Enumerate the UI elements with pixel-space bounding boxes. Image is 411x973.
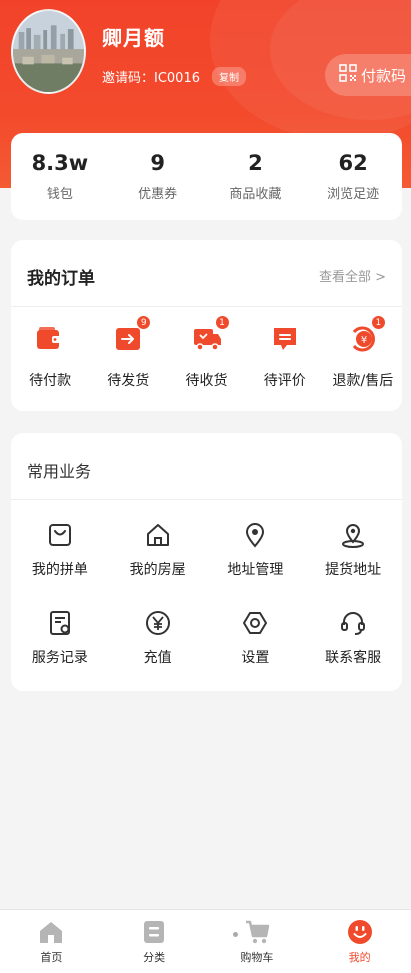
service-group-buy[interactable]: 我的拼单 [11, 521, 109, 579]
stat-label: 优惠券 [138, 187, 178, 202]
order-pending-shipment[interactable]: 9 待发货 [89, 315, 167, 390]
shipping-box-icon: 9 [113, 315, 152, 354]
stat-wallet[interactable]: 8.3w 钱包 [11, 133, 109, 220]
service-settings[interactable]: 设置 [207, 609, 305, 667]
house-icon [146, 524, 169, 546]
category-icon [144, 921, 165, 943]
order-label: 退款/售后 [332, 373, 394, 389]
tab-label: 我的 [348, 951, 371, 964]
stat-label: 钱包 [46, 187, 73, 202]
stat-coupons[interactable]: 9 优惠券 [109, 133, 207, 220]
order-label: 待发货 [107, 373, 150, 389]
smile-face-icon [347, 920, 372, 944]
order-label: 待评价 [263, 373, 306, 389]
location-pin-icon [246, 523, 265, 548]
service-label: 我的拼单 [31, 562, 88, 578]
service-label: 联系客服 [325, 650, 382, 666]
stat-favorites[interactable]: 2 商品收藏 [207, 133, 305, 220]
bottom-tab-bar: 首页 分类 购物车 我的 [0, 909, 411, 973]
services-title: 常用业务 [27, 462, 92, 481]
pay-code-label: 付款码 [361, 66, 407, 85]
services-card: 常用业务 我的拼单 我的房屋 地址管理 提货地址 服务记录 充值 设置 联系客服 [11, 433, 402, 691]
view-all-orders-link[interactable]: 查看全部 > [319, 266, 386, 285]
tab-home[interactable]: 首页 [0, 910, 103, 973]
shopping-bag-icon [48, 524, 71, 546]
order-label: 待收货 [185, 373, 228, 389]
invite-code-text: 邀请码：IC0016 [102, 71, 200, 86]
headset-icon [341, 612, 366, 635]
service-label: 服务记录 [31, 650, 88, 666]
wallet-icon [35, 324, 65, 354]
stat-label: 商品收藏 [229, 187, 282, 202]
tab-mine[interactable]: 我的 [308, 910, 411, 973]
tab-cart[interactable]: 购物车 [206, 910, 309, 973]
services-grid: 我的拼单 我的房屋 地址管理 提货地址 服务记录 充值 设置 联系客服 [11, 521, 402, 667]
order-pending-review[interactable]: 待评价 [246, 324, 324, 390]
stat-value: 2 [248, 151, 263, 175]
home-icon [40, 922, 63, 943]
order-status-row: 待付款 9 待发货 1 待收货 待评价 ¥ 1 退款/售后 [11, 315, 402, 390]
pay-code-button[interactable]: 付款码 [325, 54, 411, 96]
order-pending-payment[interactable]: 待付款 [11, 324, 89, 390]
orders-title: 我的订单 [27, 269, 95, 289]
service-my-house[interactable]: 我的房屋 [109, 521, 207, 579]
cart-icon [245, 920, 270, 944]
service-label: 我的房屋 [129, 562, 186, 578]
service-recharge[interactable]: 充值 [109, 609, 207, 667]
service-records[interactable]: 服务记录 [11, 609, 109, 667]
divider [11, 306, 402, 307]
copy-button[interactable]: 复制 [212, 67, 246, 86]
badge-count: 1 [370, 315, 386, 330]
tab-label: 购物车 [240, 951, 274, 964]
badge-count: 9 [136, 315, 152, 330]
invite-code: 邀请码：IC0016 复制 [102, 67, 246, 86]
service-pickup-address[interactable]: 提货地址 [304, 521, 402, 579]
order-pending-receipt[interactable]: 1 待收货 [167, 315, 245, 390]
qr-code-icon [339, 64, 357, 86]
tab-label: 首页 [40, 951, 63, 964]
stats-card: 8.3w 钱包 9 优惠券 2 商品收藏 62 浏览足迹 [11, 133, 402, 220]
orders-card: 我的订单 查看全部 > 待付款 9 待发货 1 待收货 待评价 ¥ 1 退款/售… [11, 240, 402, 411]
comment-icon [270, 324, 300, 354]
divider [11, 499, 402, 500]
service-label: 地址管理 [227, 562, 284, 578]
stat-value: 9 [150, 151, 165, 175]
service-address[interactable]: 地址管理 [207, 521, 305, 579]
refund-icon: ¥ 1 [348, 315, 386, 354]
avatar[interactable] [11, 9, 86, 94]
settings-hex-icon [243, 612, 268, 634]
svg-text:¥: ¥ [361, 335, 367, 346]
stat-value: 62 [338, 151, 368, 175]
badge-count: 1 [214, 315, 230, 330]
service-label: 充值 [143, 650, 172, 666]
stat-history[interactable]: 62 浏览足迹 [304, 133, 402, 220]
service-label: 提货地址 [325, 562, 382, 578]
service-record-icon [49, 611, 70, 635]
delivery-truck-icon: 1 [192, 315, 230, 354]
service-customer-support[interactable]: 联系客服 [304, 609, 402, 667]
stat-label: 浏览足迹 [327, 187, 380, 202]
tab-category[interactable]: 分类 [103, 910, 206, 973]
tab-label: 分类 [143, 951, 166, 964]
yuan-coin-icon [145, 611, 170, 635]
order-refund-aftersale[interactable]: ¥ 1 退款/售后 [324, 315, 402, 390]
order-label: 待付款 [29, 373, 72, 389]
pickup-location-icon [342, 524, 365, 548]
user-name: 卿月额 [102, 26, 165, 50]
service-label: 设置 [241, 650, 270, 666]
cart-dot [232, 932, 238, 937]
stat-value: 8.3w [31, 151, 89, 175]
